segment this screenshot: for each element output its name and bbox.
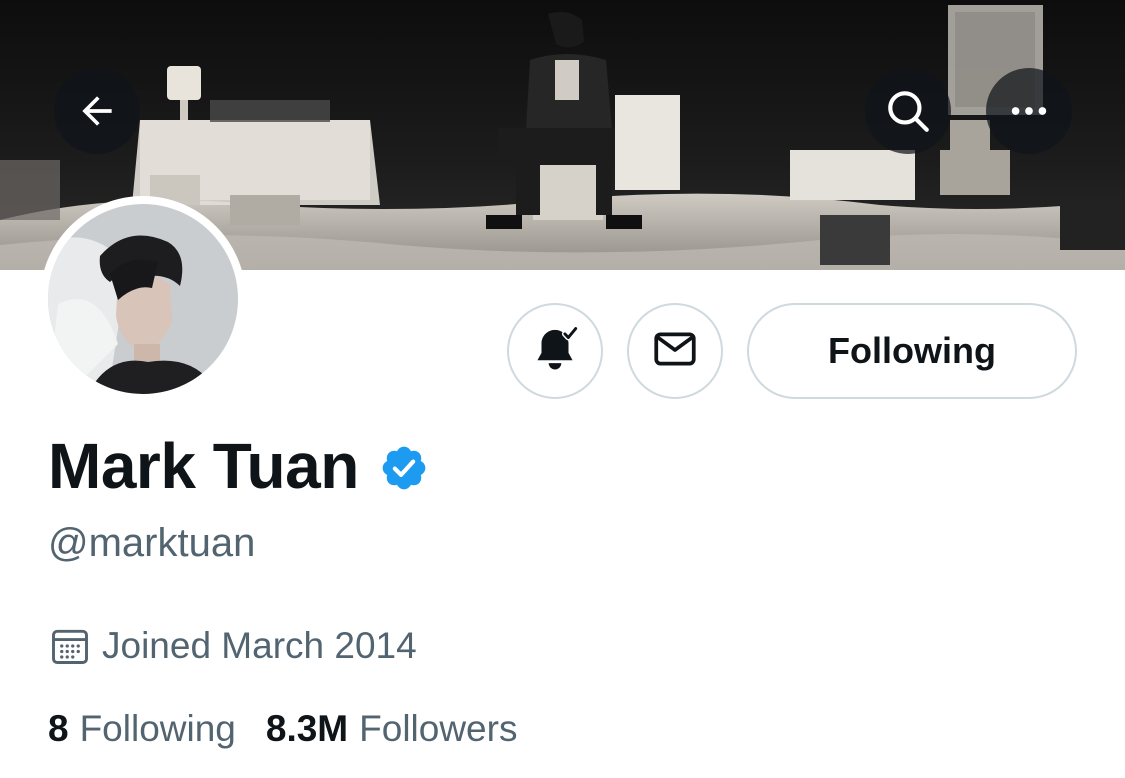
name-row: Mark Tuan (48, 428, 429, 504)
verified-badge-icon[interactable] (379, 443, 429, 493)
follow-stats: 8 Following 8.3M Followers (48, 708, 547, 750)
followers-count-link[interactable]: 8.3M Followers (266, 708, 518, 750)
joined-date: Joined March 2014 (102, 625, 417, 666)
back-button[interactable] (54, 68, 140, 154)
search-icon (883, 86, 933, 136)
joined-info: Joined March 2014 (48, 623, 417, 669)
display-name: Mark Tuan (48, 430, 359, 502)
notifications-button[interactable] (507, 303, 603, 399)
followers-count: 8.3M (265, 708, 349, 749)
bell-check-icon (528, 322, 582, 381)
envelope-icon (650, 324, 700, 379)
more-horizontal-icon (1006, 88, 1052, 134)
avatar-image (48, 204, 238, 394)
calendar-icon (48, 624, 92, 668)
profile-handle: @marktuan (48, 521, 256, 565)
following-label: Following (79, 708, 236, 749)
profile-avatar[interactable] (40, 196, 246, 402)
more-options-button[interactable] (986, 68, 1072, 154)
followers-label: Followers (359, 708, 518, 749)
arrow-left-icon (75, 89, 119, 133)
search-button[interactable] (865, 68, 951, 154)
following-button[interactable]: Following (747, 303, 1077, 399)
message-button[interactable] (627, 303, 723, 399)
following-count-link[interactable]: 8 Following (48, 708, 236, 750)
following-count: 8 (48, 708, 69, 749)
